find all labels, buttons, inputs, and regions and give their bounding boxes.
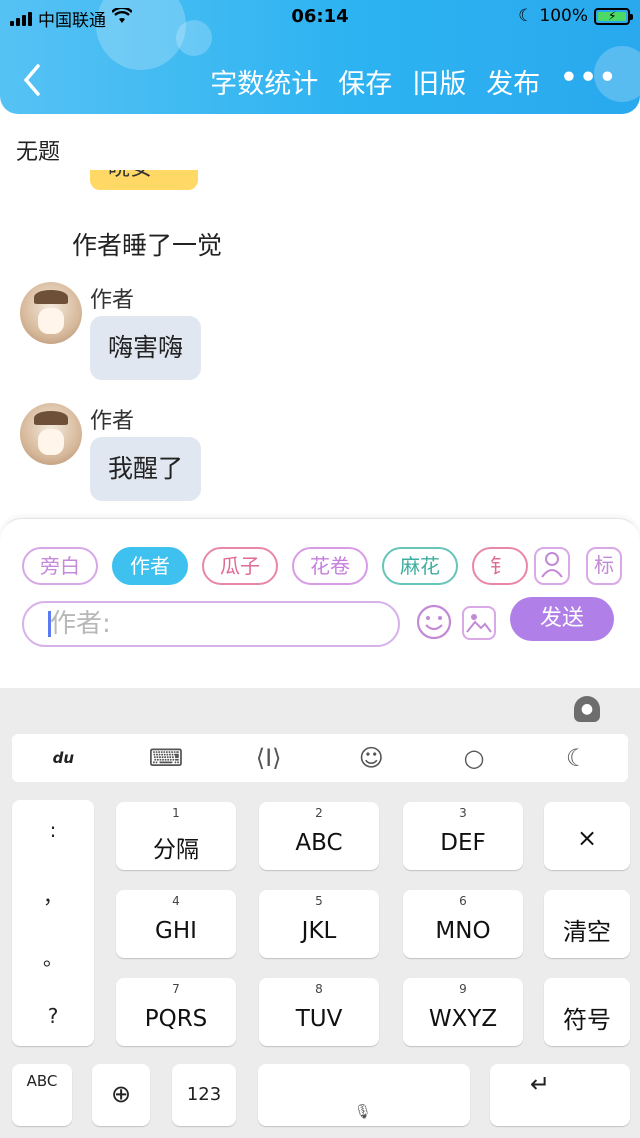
punct-key[interactable]: : [12, 818, 94, 842]
space-key[interactable]: 🎙 [258, 1064, 470, 1126]
image-icon [466, 614, 492, 633]
more-button[interactable]: ••• [560, 62, 618, 101]
key-number: 7 [172, 982, 180, 996]
message-input[interactable] [22, 601, 400, 647]
role-chip-more[interactable]: 钅 [472, 547, 528, 585]
key-5[interactable]: 5 JKL [259, 890, 379, 958]
key-label: 123 [186, 1084, 222, 1105]
role-chip-pangbai[interactable]: 旁白 [22, 547, 98, 585]
key-label: 分隔 [153, 837, 199, 863]
moon-icon: ☾ [518, 6, 534, 26]
search-icon[interactable]: ○ [448, 738, 500, 778]
key-1[interactable]: 1 分隔 [116, 802, 236, 870]
key-label: MNO [435, 918, 491, 944]
message-bubble[interactable]: 晓安 [90, 170, 198, 190]
key-label: JKL [301, 918, 337, 944]
key-number: 8 [315, 982, 323, 996]
send-button[interactable]: 发送 [510, 597, 614, 641]
key-number: 2 [315, 806, 323, 820]
punct-key[interactable]: ? [12, 1004, 94, 1028]
key-label: WXYZ [428, 1006, 498, 1032]
key-9[interactable]: 9 WXYZ [403, 978, 523, 1046]
language-key[interactable]: ⊕ [92, 1064, 150, 1126]
key-number: 3 [459, 806, 467, 820]
role-chip-author[interactable]: 作者 [112, 547, 188, 585]
key-number: 1 [172, 806, 180, 820]
person-icon [541, 552, 563, 578]
key-number: 6 [459, 894, 467, 908]
key-6[interactable]: 6 MNO [403, 890, 523, 958]
battery-icon: ⚡ [594, 7, 633, 25]
sender-name: 作者 [90, 288, 135, 313]
emoji-icon[interactable]: ☺ [345, 738, 397, 778]
moon-theme-icon[interactable]: ☾ [551, 738, 603, 778]
clear-key[interactable]: 清空 [544, 890, 630, 958]
battery-percent: 100% [539, 6, 588, 26]
enter-key[interactable]: ↵ [490, 1064, 630, 1126]
key-label: 符号 [563, 1006, 611, 1034]
number-switch-key[interactable]: 123 [172, 1064, 236, 1126]
enter-icon: ↵ [530, 1070, 551, 1098]
role-manage-button[interactable] [534, 547, 570, 585]
keyboard-switch-icon[interactable]: ⌨ [140, 738, 192, 778]
image-button[interactable] [462, 606, 496, 640]
globe-icon: ⊕ [110, 1080, 132, 1108]
message-bubble[interactable]: 嗨害嗨 [90, 316, 202, 380]
smiley-icon [416, 604, 452, 640]
chevron-left-icon [23, 64, 40, 96]
microphone-icon: 🎙 [354, 1104, 372, 1120]
symbol-key[interactable]: 符号 [544, 978, 630, 1046]
key-4[interactable]: 4 GHI [116, 890, 236, 958]
avatar [20, 282, 82, 344]
nav-bar: 字数统计 保存 旧版 发布 ••• [0, 50, 640, 110]
key-label: ABC [295, 830, 343, 856]
key-number: 9 [459, 982, 467, 996]
role-chip-huajuan[interactable]: 花卷 [292, 547, 368, 585]
delete-key[interactable]: × [544, 802, 630, 870]
old-version-button[interactable]: 旧版 [412, 62, 466, 101]
punct-key[interactable]: ， [12, 880, 94, 909]
punctuation-column: : ， 。 ? [12, 800, 94, 1046]
key-label: DEF [440, 830, 486, 856]
keyboard-logo-icon[interactable]: ● [574, 696, 600, 722]
label-button[interactable]: 标 [586, 547, 622, 585]
word-count-button[interactable]: 字数统计 [210, 62, 318, 101]
key-label: PQRS [144, 1006, 208, 1032]
message-bubble[interactable]: 我醒了 [90, 437, 202, 501]
abc-switch-key[interactable]: ABC [12, 1064, 72, 1126]
status-bar: 中国联通 06:14 ☾ 100% ⚡ [0, 0, 640, 34]
save-button[interactable]: 保存 [338, 62, 392, 101]
delete-icon: × [576, 824, 598, 852]
text-caret [48, 611, 51, 637]
role-selector: 旁白 作者 瓜子 花卷 麻花 钅 [22, 547, 528, 589]
chat-area: 晓安 作者睡了一觉 作者 嗨害嗨 作者 我醒了 [0, 170, 640, 520]
key-7[interactable]: 7 PQRS [116, 978, 236, 1046]
top-header: 中国联通 06:14 ☾ 100% ⚡ 字数统计 保存 旧版 发布 ••• [0, 0, 640, 114]
key-label: 清空 [563, 918, 611, 946]
document-title[interactable]: 无题 [16, 134, 60, 166]
key-8[interactable]: 8 TUV [259, 978, 379, 1046]
publish-button[interactable]: 发布 [486, 62, 540, 101]
back-button[interactable] [20, 62, 60, 102]
cursor-move-icon[interactable]: ⟨I⟩ [243, 738, 295, 778]
role-chip-mahua[interactable]: 麻花 [382, 547, 458, 585]
du-logo-icon[interactable]: du [37, 738, 89, 778]
keyboard-toolbar: du ⌨ ⟨I⟩ ☺ ○ ☾ [12, 734, 628, 782]
key-label: ABC [26, 1072, 58, 1090]
key-3[interactable]: 3 DEF [403, 802, 523, 870]
emoji-button[interactable] [414, 603, 454, 643]
role-chip-guazi[interactable]: 瓜子 [202, 547, 278, 585]
avatar [20, 403, 82, 465]
key-number: 5 [315, 894, 323, 908]
key-label: GHI [155, 918, 197, 944]
message-text: 晓安 [108, 170, 152, 182]
key-label: TUV [295, 1006, 343, 1032]
narration-text[interactable]: 作者睡了一觉 [72, 226, 222, 262]
key-number: 4 [172, 894, 180, 908]
composer-panel: 旁白 作者 瓜子 花卷 麻花 钅 标 发送 [0, 518, 640, 688]
sender-name: 作者 [90, 409, 135, 434]
punct-key[interactable]: 。 [12, 942, 94, 971]
key-2[interactable]: 2 ABC [259, 802, 379, 870]
